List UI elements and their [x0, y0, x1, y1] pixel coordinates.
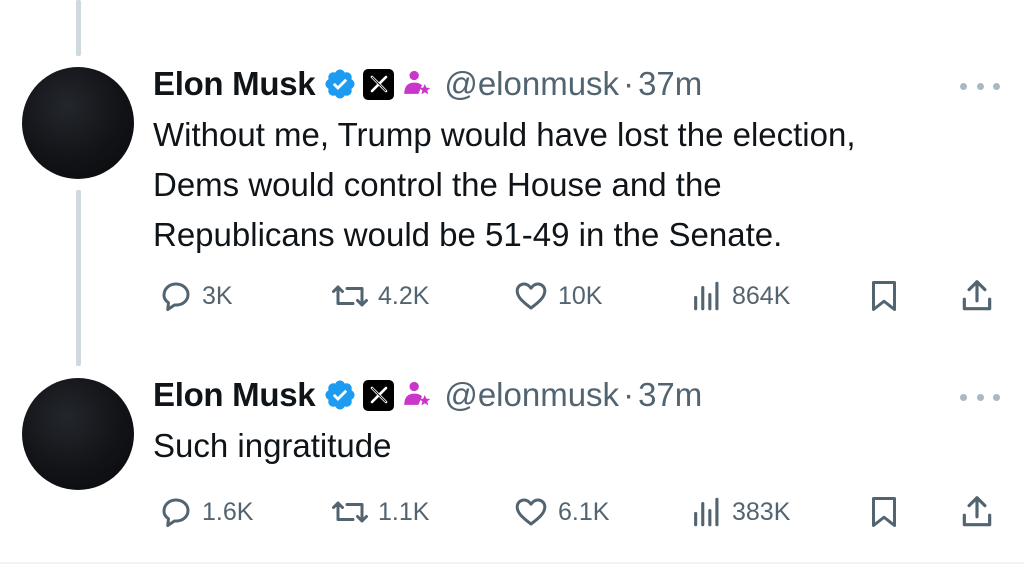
more-options-icon[interactable] — [960, 76, 1000, 96]
more-options-icon[interactable] — [960, 387, 1000, 407]
repost-count: 1.1K — [378, 497, 430, 526]
repost-icon — [330, 278, 370, 314]
x-logo-icon[interactable] — [363, 68, 395, 100]
more-dot — [993, 82, 1000, 90]
heart-icon — [512, 278, 550, 314]
bookmark-icon — [866, 493, 902, 531]
bookmark-button[interactable] — [866, 492, 902, 532]
tweet-text-line: Such ingratitude — [153, 427, 392, 464]
tweet-divider — [0, 562, 1024, 564]
tweet-text: Without me, Trump would have lost the el… — [153, 110, 1003, 260]
government-affiliation-icon[interactable] — [400, 67, 434, 101]
tweet[interactable]: Elon Musk @elonmusk · 37m — [0, 310, 1024, 568]
header-separator: · — [623, 65, 635, 102]
views-count: 864K — [732, 281, 791, 310]
views-button[interactable]: 383K — [690, 492, 790, 532]
avatar[interactable] — [22, 378, 134, 490]
government-affiliation-icon[interactable] — [400, 378, 434, 412]
reply-count: 1.6K — [202, 497, 254, 526]
more-dot — [960, 82, 967, 90]
tweet-timestamp[interactable]: 37m — [638, 376, 702, 414]
tweet-timestamp[interactable]: 37m — [638, 65, 702, 103]
author-handle[interactable]: @elonmusk — [444, 65, 619, 103]
like-count: 6.1K — [558, 497, 610, 526]
tweet-text-line: Republicans would be 51-49 in the Senate… — [153, 216, 783, 253]
tweet-header: Elon Musk @elonmusk · 37m — [153, 375, 702, 415]
tweet-text: Such ingratitude — [153, 421, 1003, 471]
reply-icon — [158, 494, 194, 530]
tweet-text-line: Dems would control the House and the — [153, 166, 722, 203]
header-separator: · — [623, 376, 635, 413]
analytics-icon — [690, 494, 724, 530]
repost-icon — [330, 494, 370, 530]
author-name[interactable]: Elon Musk — [153, 65, 316, 103]
share-icon — [958, 493, 996, 531]
like-button[interactable]: 6.1K — [512, 492, 609, 532]
repost-count: 4.2K — [378, 281, 430, 310]
tweet-text-line: Without me, Trump would have lost the el… — [153, 116, 856, 153]
like-count: 10K — [558, 281, 603, 310]
analytics-icon — [690, 278, 724, 314]
share-button[interactable] — [958, 492, 996, 532]
more-dot — [993, 393, 1000, 401]
tweet-header: Elon Musk @elonmusk · 37m — [153, 64, 702, 104]
more-dot — [976, 393, 984, 401]
repost-button[interactable]: 1.1K — [330, 492, 429, 532]
reply-button[interactable]: 1.6K — [158, 492, 253, 532]
verified-badge-icon[interactable] — [323, 67, 357, 101]
avatar[interactable] — [22, 67, 134, 179]
tweet[interactable]: Elon Musk @elonmusk · 37m — [0, 0, 1024, 340]
verified-badge-icon[interactable] — [323, 378, 357, 412]
more-dot — [960, 393, 967, 401]
author-handle[interactable]: @elonmusk — [444, 376, 619, 414]
heart-icon — [512, 494, 550, 530]
reply-count: 3K — [202, 281, 233, 310]
views-count: 383K — [732, 497, 791, 526]
reply-icon — [158, 278, 194, 314]
x-logo-icon[interactable] — [363, 379, 395, 411]
more-dot — [976, 82, 984, 90]
author-name[interactable]: Elon Musk — [153, 376, 316, 414]
